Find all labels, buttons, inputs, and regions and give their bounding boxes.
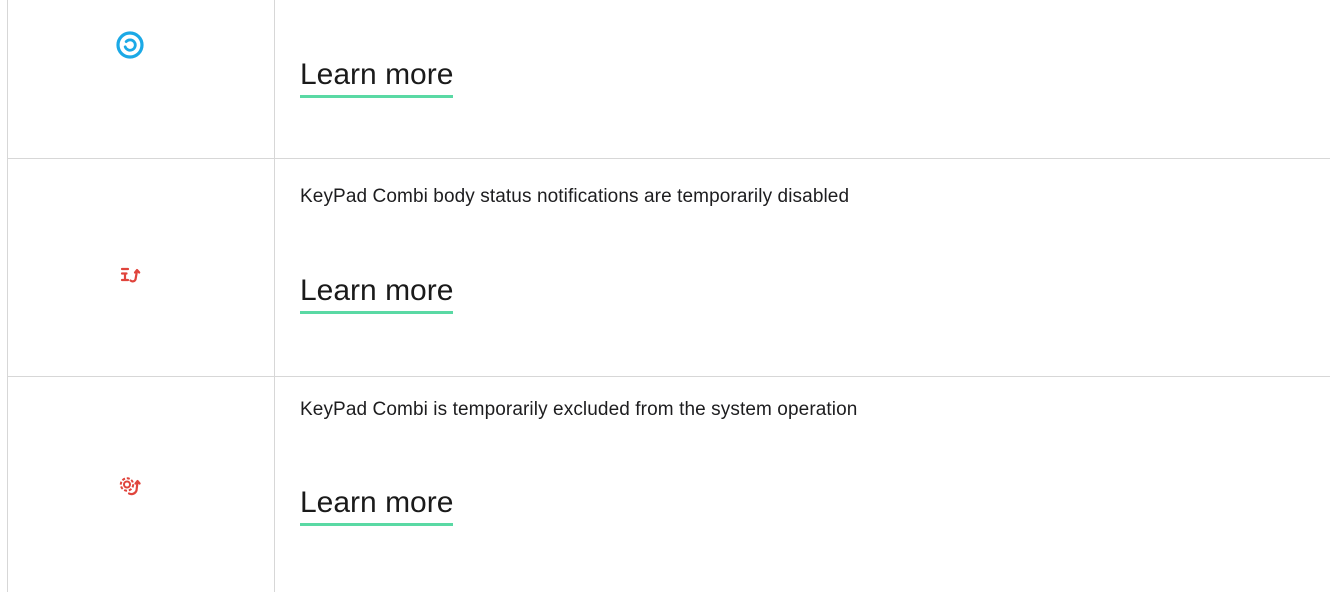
content-cell: Learn more	[292, 0, 1310, 158]
learn-more-link[interactable]: Learn more	[300, 274, 454, 314]
icon-cell	[8, 377, 274, 592]
learn-more-link[interactable]: Learn more	[300, 486, 454, 526]
table-row: Learn more	[8, 0, 1330, 158]
row-description: KeyPad Combi is temporarily excluded fro…	[300, 399, 858, 420]
content-cell: KeyPad Combi is temporarily excluded fro…	[292, 377, 1310, 592]
learn-more-link[interactable]: Learn more	[300, 58, 454, 98]
content-cell: KeyPad Combi body status notifications a…	[292, 159, 1310, 376]
excluded-from-operation-icon	[114, 471, 146, 503]
icon-cell	[8, 159, 274, 376]
body-notifications-disabled-icon	[114, 260, 146, 292]
table-row: KeyPad Combi body status notifications a…	[8, 159, 1330, 376]
table-row: KeyPad Combi is temporarily excluded fro…	[8, 377, 1330, 592]
row-description: KeyPad Combi body status notifications a…	[300, 186, 850, 207]
icon-cell	[8, 0, 274, 158]
ring-status-icon	[114, 29, 146, 61]
status-table: Learn more KeyPad Combi body status noti…	[0, 0, 1330, 592]
